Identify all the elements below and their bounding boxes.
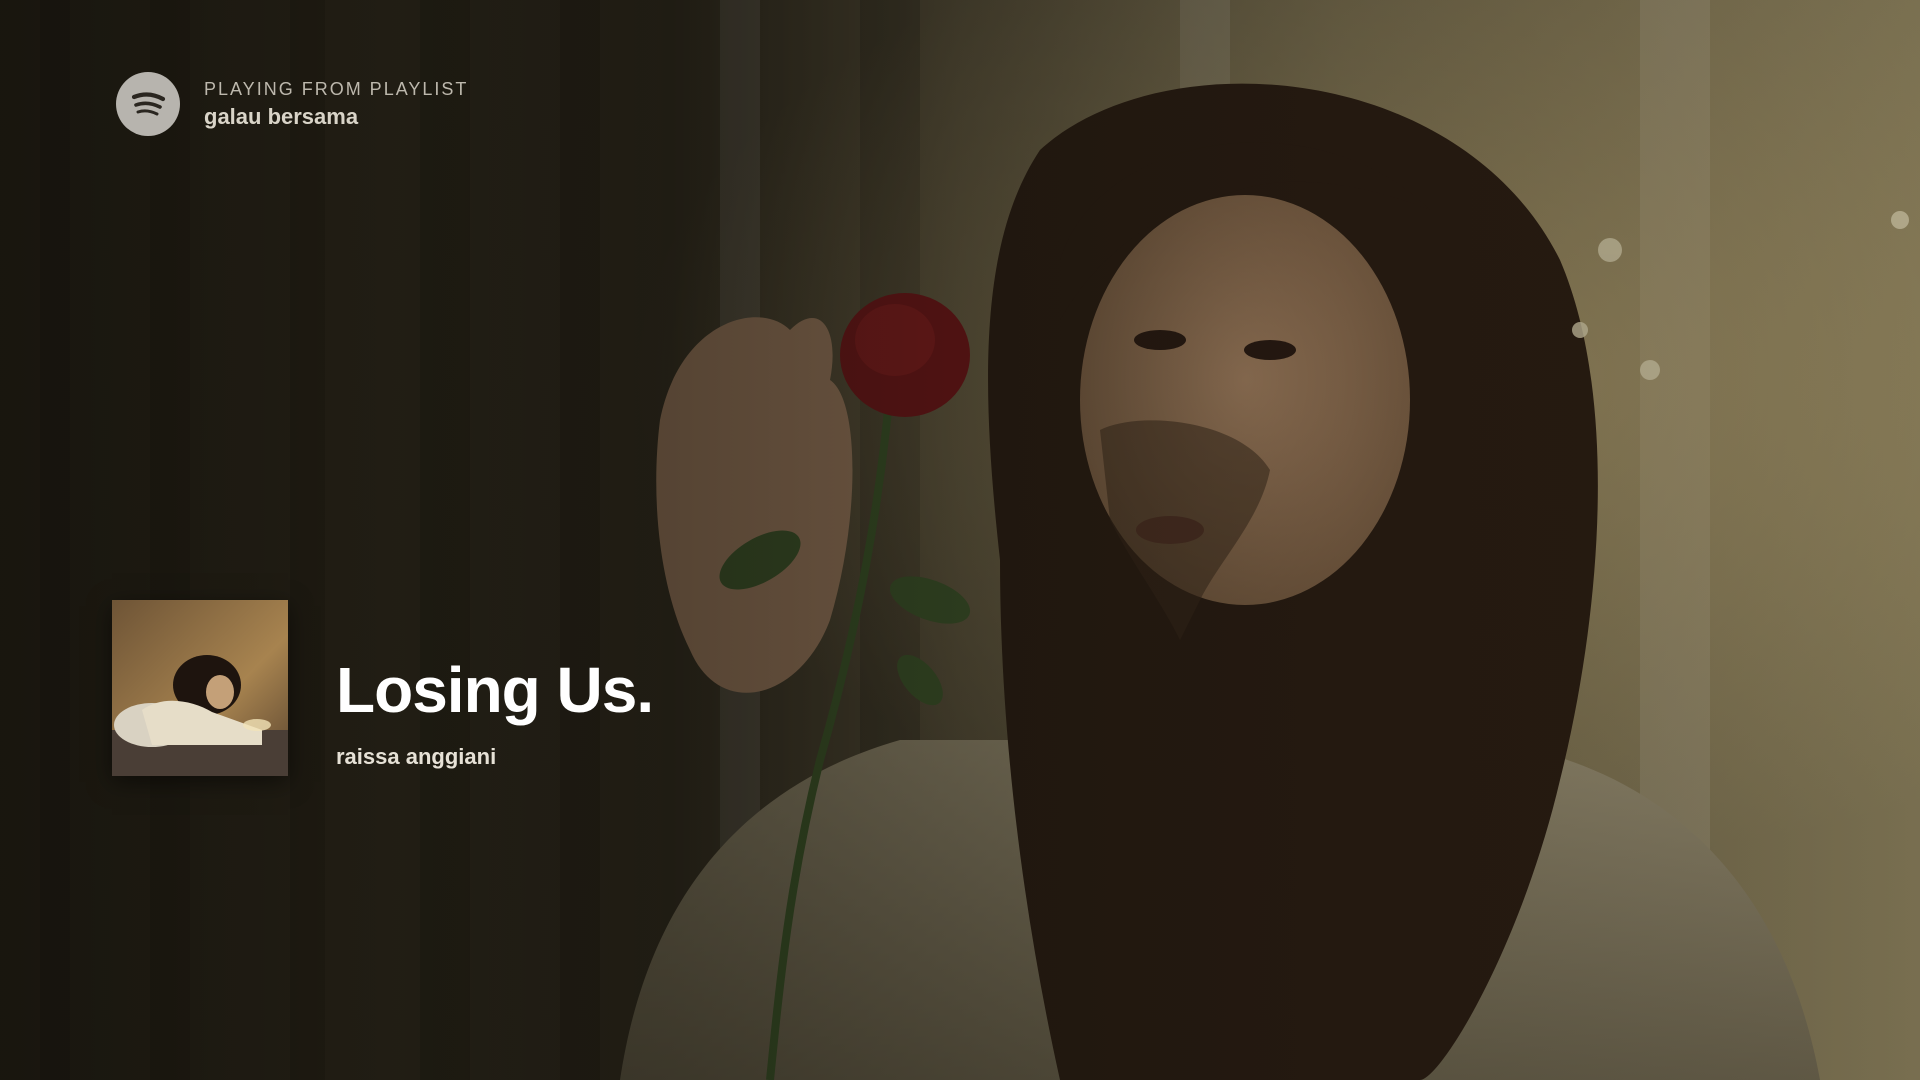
album-cover-image[interactable] — [112, 600, 288, 776]
spotify-logo-icon — [116, 72, 180, 136]
now-playing-info: Losing Us. raissa anggiani — [112, 600, 654, 776]
now-playing-screen: PLAYING FROM PLAYLIST galau bersama Losi… — [0, 0, 1920, 1080]
track-artist[interactable]: raissa anggiani — [336, 744, 653, 770]
playback-context-text: PLAYING FROM PLAYLIST galau bersama — [204, 79, 468, 130]
context-label: PLAYING FROM PLAYLIST — [204, 78, 469, 99]
playlist-name[interactable]: galau bersama — [204, 104, 468, 130]
dim-overlay — [0, 0, 1920, 1080]
track-info: Losing Us. raissa anggiani — [336, 600, 654, 776]
playback-context[interactable]: PLAYING FROM PLAYLIST galau bersama — [116, 72, 468, 136]
track-title[interactable]: Losing Us. — [336, 658, 654, 722]
